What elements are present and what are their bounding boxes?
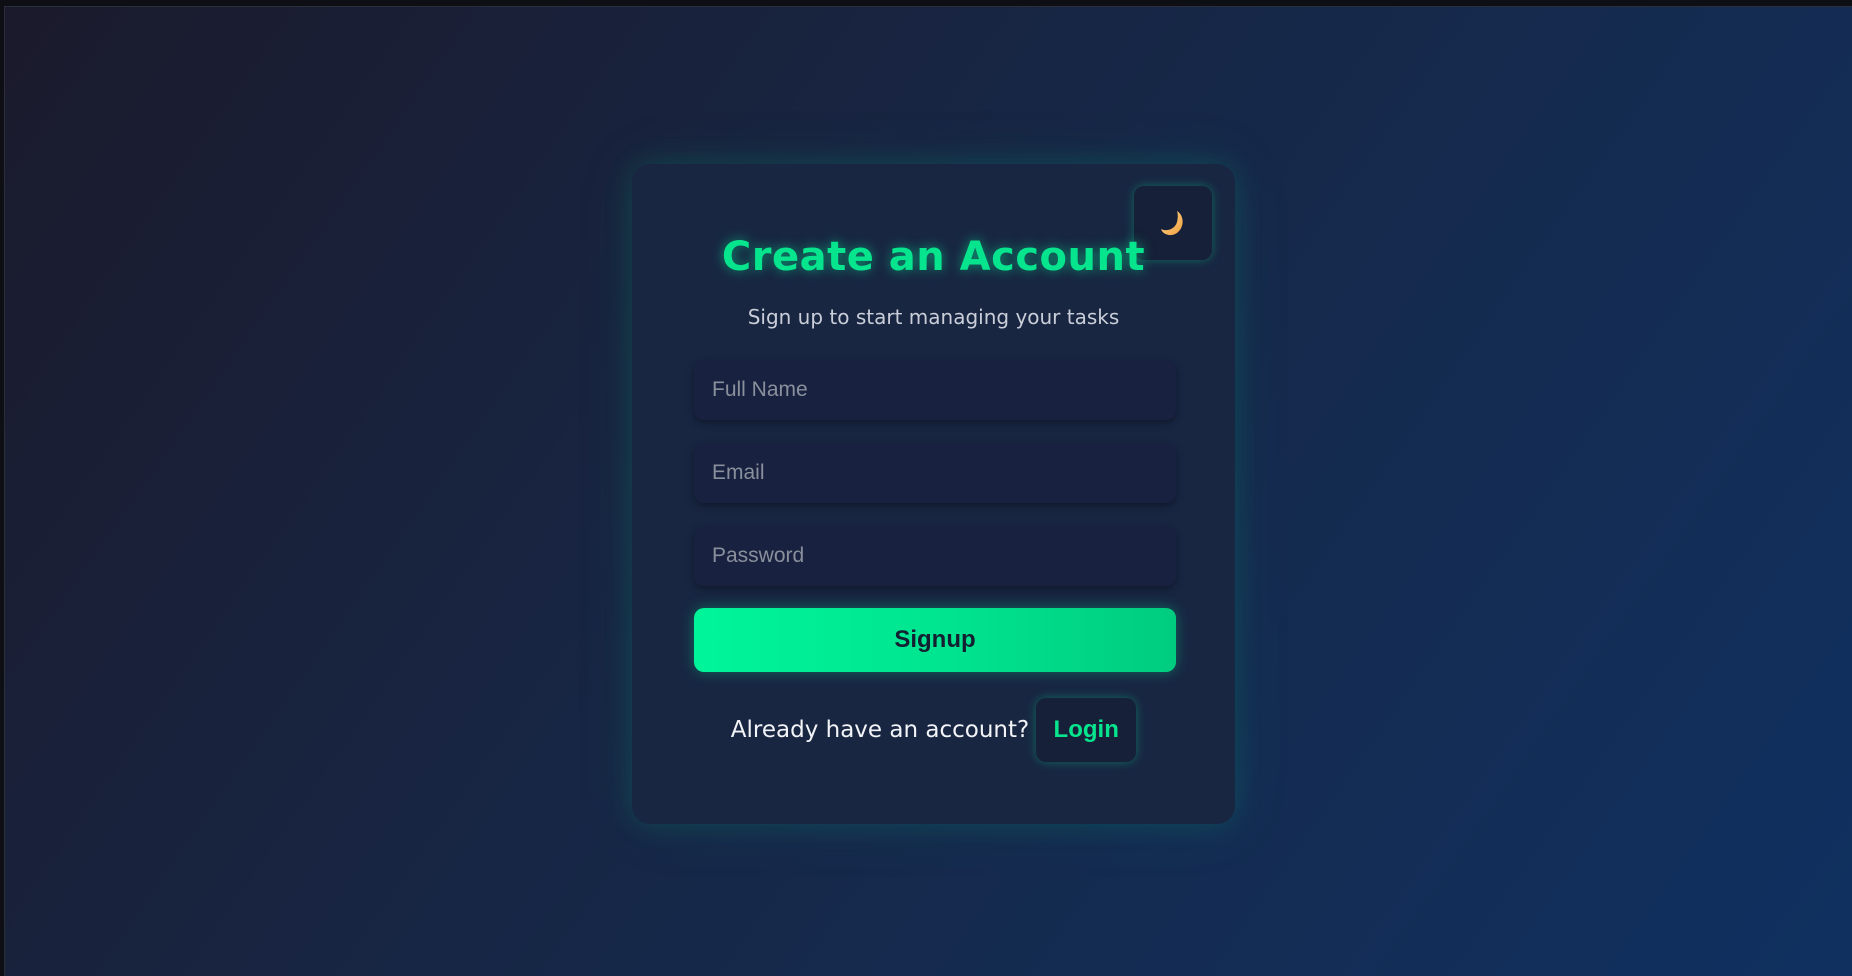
login-prompt-row: Already have an account? Login [632, 698, 1235, 762]
login-button[interactable]: Login [1036, 698, 1137, 762]
page-subtitle: Sign up to start managing your tasks [747, 305, 1120, 329]
signup-card: Create an Account Sign up to start manag… [632, 164, 1235, 824]
full-name-input[interactable] [694, 360, 1176, 420]
email-input[interactable] [694, 443, 1176, 503]
login-prompt-text: Already have an account? [730, 717, 1030, 743]
page-title: Create an Account [721, 234, 1146, 280]
password-input[interactable] [694, 526, 1176, 586]
signup-button[interactable]: Signup [694, 608, 1176, 672]
page-background: Create an Account Sign up to start manag… [4, 6, 1852, 976]
